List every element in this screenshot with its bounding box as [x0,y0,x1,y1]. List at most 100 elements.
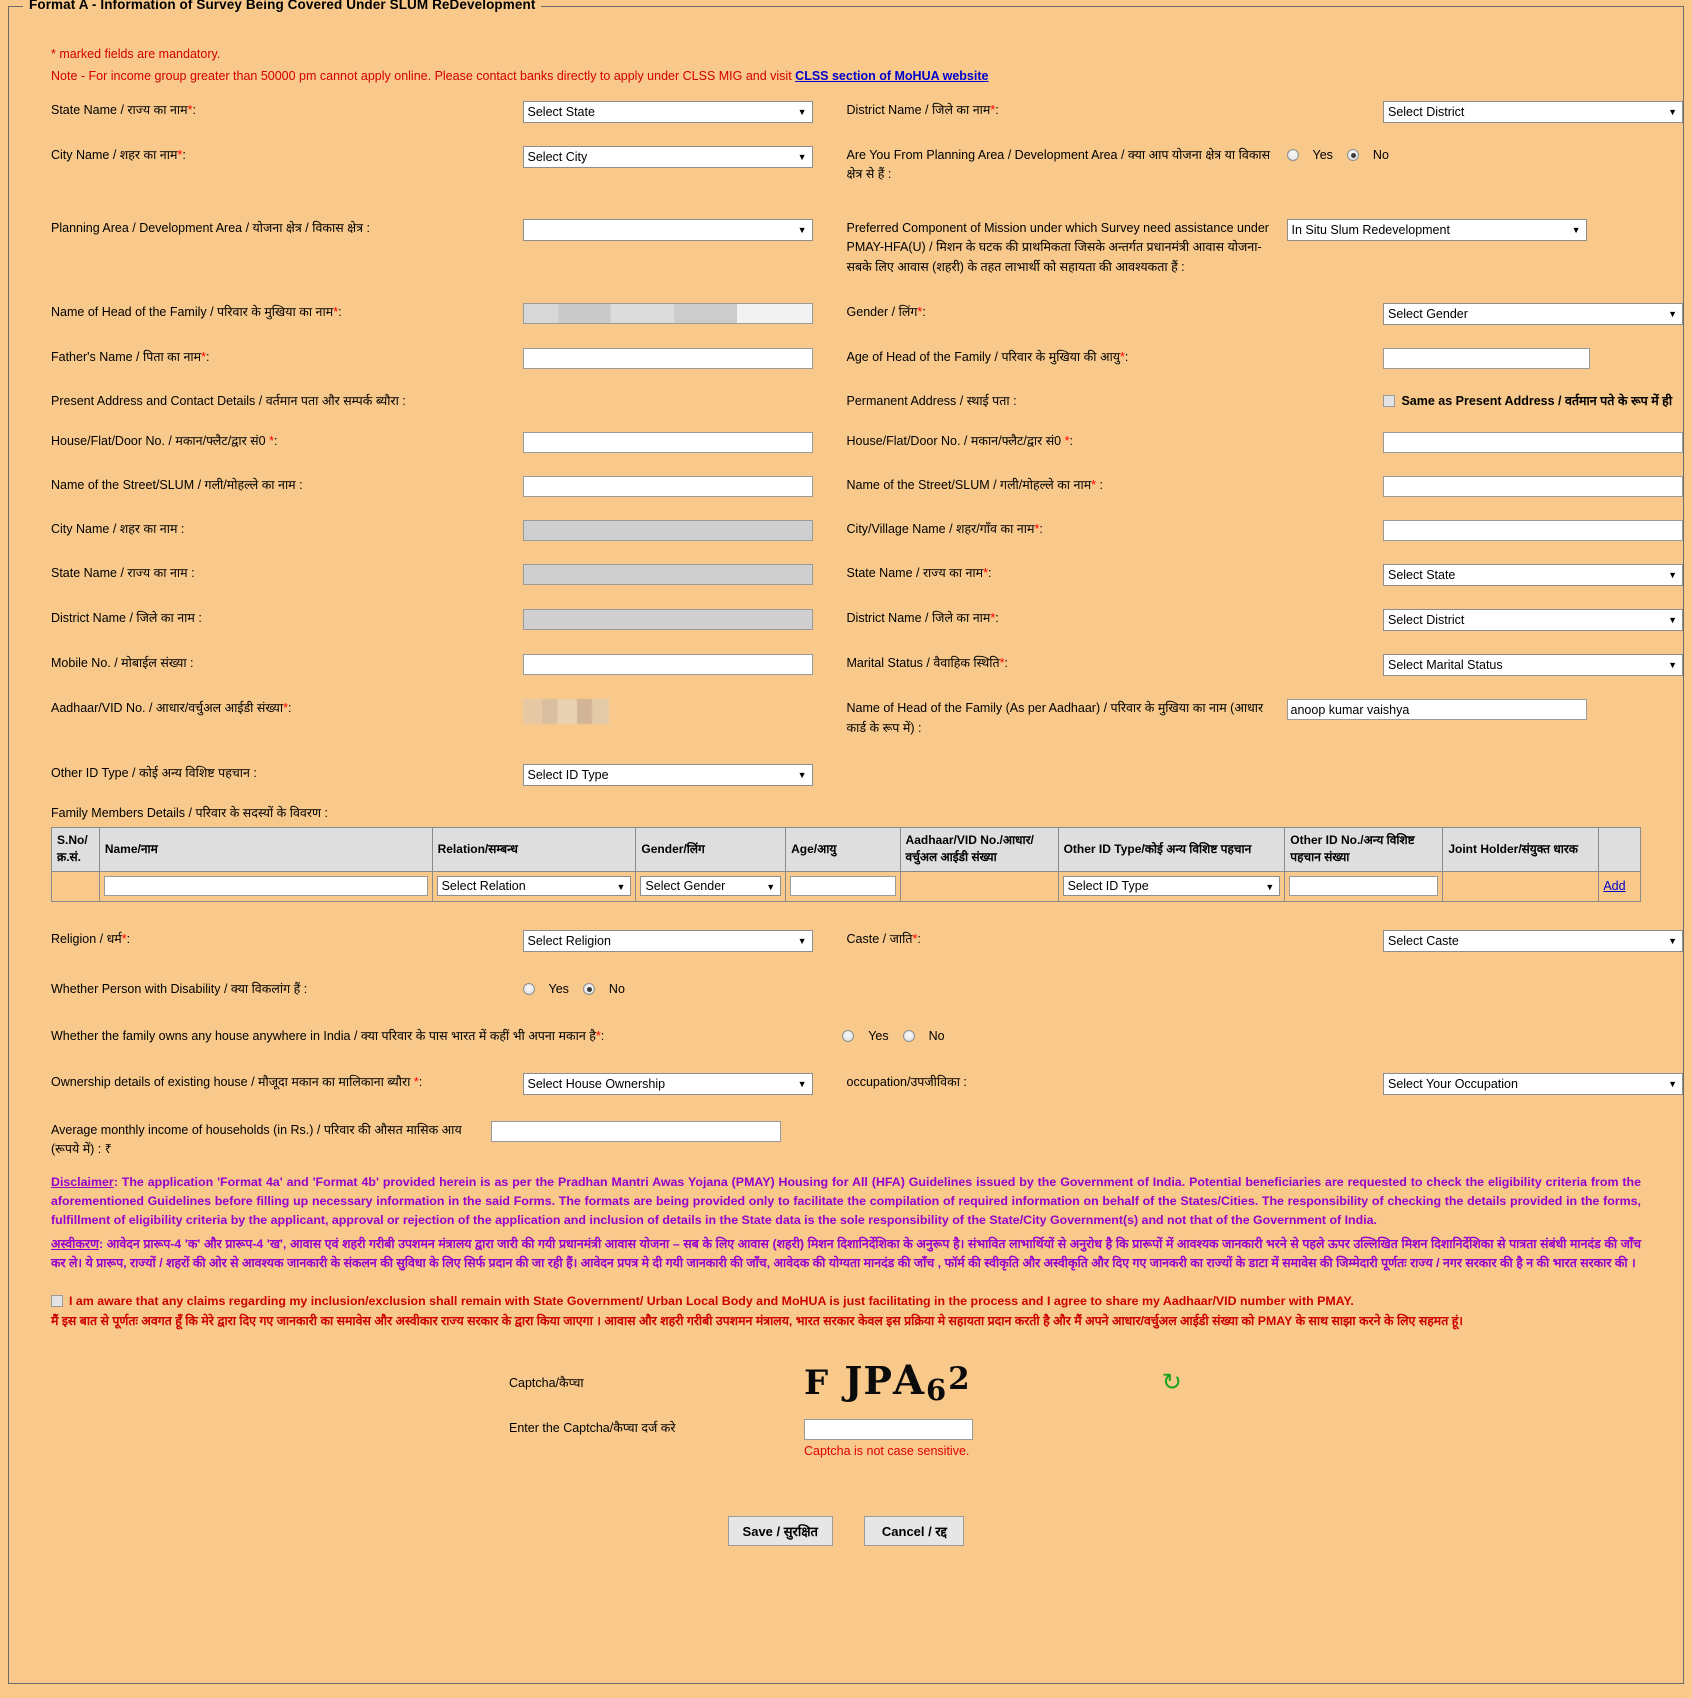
disability-yes-radio[interactable] [522,982,535,995]
label-marital-status: Marital Status / वैवाहिक स्थिति*: [846,656,1008,671]
label-permanent-address-heading: Permanent Address / स्थाई पता : [846,393,1017,408]
format-a-fieldset: Format A - Information of Survey Being C… [8,0,1684,1684]
captcha-input[interactable] [804,1418,973,1440]
field-permanent-city-village: City/Village Name / शहर/गाँव का नाम*: [813,520,1683,542]
field-avg-income: Average monthly income of households (in… [9,1120,813,1160]
th-joint-holder: Joint Holder/संयुक्त धारक [1442,827,1600,872]
disability-radio-group[interactable]: Yes No [522,980,813,996]
label-head-of-family: Name of Head of the Family / परिवार के म… [51,304,342,319]
present-district-input [522,609,813,631]
disclaimer-en: Disclaimer: The application 'Format 4a' … [51,1173,1641,1229]
present-city-input [522,520,813,542]
permanent-state-select[interactable]: Select State [1382,564,1683,587]
field-age-head: Age of Head of the Family / परिवार के मु… [813,347,1683,369]
cell-age [785,870,901,902]
th-other-id-type: Other ID Type/कोई अन्य विशिष्ट पहचान [1057,827,1286,872]
label-permanent-district: District Name / जिले का नाम*: [846,611,999,626]
refresh-captcha-icon[interactable]: ↻ [1162,1370,1182,1395]
head-of-family-input[interactable] [522,302,813,324]
member-name-input[interactable] [103,876,428,897]
planning-area-no-radio[interactable] [1346,149,1359,161]
disability-yes-label: Yes [548,981,569,996]
label-aadhaar-no: Aadhaar/VID No. / आधार/वर्चुअल आईडी संख्… [51,701,292,716]
row-planning-preferred: Planning Area / Development Area / योजना… [9,218,1683,277]
preferred-component-select[interactable]: In Situ Slum Redevelopment [1286,218,1587,241]
owns-house-yes-radio[interactable] [842,1030,855,1043]
same-as-present-checkbox[interactable] [1382,394,1395,407]
member-gender-select[interactable]: Select Gender [640,876,782,897]
form-rows-2: Religion / धर्म*: Select Religion Caste … [9,929,1683,1160]
district-name-select[interactable]: Select District [1382,101,1683,123]
required-marker: * [1034,522,1040,537]
family-members-section: Family Members Details / परिवार के सदस्य… [51,804,1641,902]
consent-checkbox[interactable] [51,1295,63,1308]
head-as-per-aadhaar-input[interactable] [1286,699,1587,721]
clss-mohua-link[interactable]: CLSS section of MoHUA website [795,69,988,83]
field-present-city: City Name / शहर का नाम : [9,520,813,542]
add-member-link[interactable]: Add [1603,879,1625,893]
permanent-district-select[interactable]: Select District [1382,609,1683,632]
aadhaar-no-input[interactable] [522,699,609,725]
planning-area-radio-group[interactable]: Yes No [1286,146,1587,162]
label-present-city: City Name / शहर का नाम : [51,522,185,537]
member-other-id-no-input[interactable] [1289,876,1439,897]
cell-sno [51,870,100,902]
disability-no-radio[interactable] [582,982,595,995]
gender-select[interactable]: Select Gender [1382,302,1683,325]
member-relation-select[interactable]: Select Relation [436,876,632,897]
mobile-no-input[interactable] [522,654,813,676]
cancel-button[interactable]: Cancel / रद्द [864,1515,965,1546]
save-button[interactable]: Save / सुरक्षित [727,1515,833,1546]
row-address-headings: Present Address and Contact Details / वर… [9,392,1683,411]
member-age-input[interactable] [790,876,896,897]
required-marker: * [999,656,1005,671]
row-aadhaar-headname: Aadhaar/VID No. / आधार/वर्चुअल आईडी संख्… [9,699,1683,738]
ownership-details-select[interactable]: Select House Ownership [522,1072,813,1095]
row-mobile-marital: Mobile No. / मोबाईल संख्या : Marital Sta… [9,654,1683,677]
field-religion: Religion / धर्म*: Select Religion [9,929,813,952]
permanent-city-village-input[interactable] [1382,520,1683,542]
marital-status-select[interactable]: Select Marital Status [1382,654,1683,677]
label-permanent-street: Name of the Street/SLUM / गली/मोहल्ले का… [846,478,1103,493]
th-age: Age/आयु [785,827,901,872]
religion-select[interactable]: Select Religion [522,929,813,952]
label-occupation: occupation/उपजीविका : [846,1074,967,1089]
avg-income-input[interactable] [491,1120,781,1142]
city-name-select[interactable]: Select City [522,146,813,168]
present-street-input[interactable] [522,476,813,498]
caste-select[interactable]: Select Caste [1382,929,1683,952]
required-marker: * [177,148,183,162]
planning-area-select[interactable] [522,218,813,241]
father-name-input[interactable] [522,347,813,369]
other-id-type-select[interactable]: Select ID Type [522,764,813,786]
planning-area-yes-radio[interactable] [1286,149,1299,161]
income-note-text: Note - For income group greater than 500… [51,69,792,83]
th-aadhaar: Aadhaar/VID No./आधार/ वर्चुअल आईडी संख्य… [899,827,1059,872]
member-other-id-type-select[interactable]: Select ID Type [1062,876,1281,897]
disclaimer-en-text: : The application 'Format 4a' and 'Forma… [51,1175,1641,1227]
present-house-no-input[interactable] [522,432,813,454]
field-present-house-no: House/Flat/Door No. / मकान/फ्लैट/द्वार स… [9,432,813,454]
age-head-input[interactable] [1382,347,1590,369]
label-other-id-type: Other ID Type / कोई अन्य विशिष्ट पहचान : [51,766,257,780]
th-sno: S.No/ क्र.सं. [51,827,100,872]
permanent-street-input[interactable] [1382,476,1683,498]
label-present-address-heading: Present Address and Contact Details / वर… [51,393,406,408]
occupation-select[interactable]: Select Your Occupation [1382,1072,1683,1095]
required-marker: * [983,566,988,581]
owns-house-no-label: No [928,1029,945,1044]
field-owns-house: Whether the family owns any house anywhe… [9,1027,1002,1046]
label-present-state: State Name / राज्य का नाम : [51,566,195,581]
field-disability: Whether Person with Disability / क्या वि… [9,980,813,999]
disclaimer-title: Disclaimer [51,1175,114,1190]
field-marital-status: Marital Status / वैवाहिक स्थिति*: Select… [813,654,1683,677]
required-marker: * [333,304,339,319]
owns-house-no-radio[interactable] [902,1030,915,1043]
consent-block: I am aware that any claims regarding my … [51,1292,1641,1330]
label-city-name: City Name / शहर का नाम*: [51,148,186,162]
state-name-select[interactable]: Select State [522,101,813,123]
permanent-house-no-input[interactable] [1382,432,1683,454]
label-religion: Religion / धर्म*: [51,931,131,946]
th-gender: Gender/लिंग [635,827,787,872]
owns-house-radio-group[interactable]: Yes No [842,1027,1002,1043]
